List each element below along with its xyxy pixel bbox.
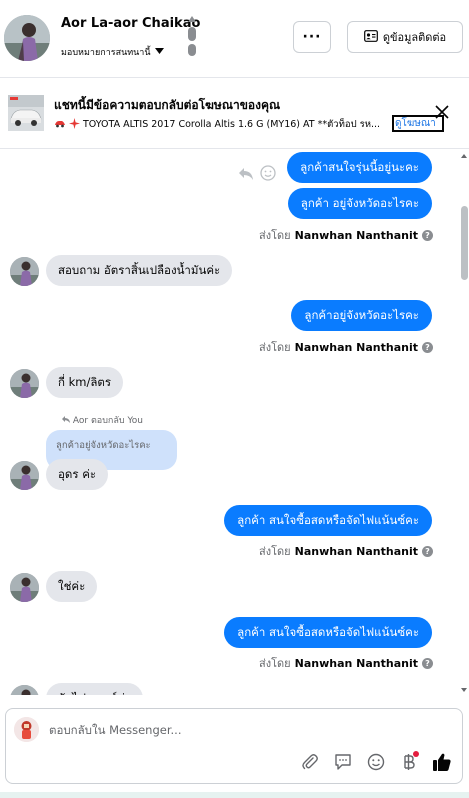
message-actions: [238, 165, 276, 185]
sender-name: Nanwhan Nanthanit: [294, 228, 418, 242]
contact-avatar-small[interactable]: [10, 573, 39, 602]
sent-by-line: ส่งโดย Nanwhan Nanthanit ?: [259, 226, 433, 244]
ad-banner-title: แชทนี้มีข้อความตอบกลับต่อโฆษณาของคุณ: [54, 98, 281, 112]
ad-reply-banner: แชทนี้มีข้อความตอบกลับต่อโฆษณาของคุณ TOY…: [0, 79, 469, 149]
bottom-strip: [0, 792, 469, 798]
like-thumbs-up-icon[interactable]: [431, 751, 453, 773]
sent-by-line: ส่งโดย Nanwhan Nanthanit ?: [259, 338, 433, 356]
scroll-down-arrow-icon[interactable]: [461, 688, 467, 692]
notification-dot: [413, 751, 419, 757]
assign-label: มอบหมายการสนทนานี้: [61, 48, 151, 58]
sent-by-label: ส่งโดย: [259, 657, 291, 670]
reply-icon[interactable]: [238, 166, 254, 185]
reply-context-label: Aor ตอบกลับ You: [62, 413, 143, 427]
more-options-button[interactable]: ···: [293, 21, 331, 53]
sent-by-label: ส่งโดย: [259, 545, 291, 558]
emoji-icon[interactable]: [365, 751, 387, 773]
close-banner-icon[interactable]: [434, 104, 450, 120]
thread-scrollbar[interactable]: [460, 150, 469, 695]
reply-small-icon: [62, 416, 73, 426]
contact-avatar-small[interactable]: [10, 369, 39, 398]
reply-label-text: Aor ตอบกลับ You: [72, 416, 143, 426]
outgoing-message[interactable]: ลูกค้าอยู่จังหวัดอะไรคะ: [291, 300, 432, 331]
ad-text: TOYOTA ALTIS 2017 Corolla Altis 1.6 G (M…: [83, 119, 381, 130]
sender-name: Nanwhan Nanthanit: [294, 544, 418, 558]
sent-by-line: ส่งโดย Nanwhan Nanthanit ?: [259, 542, 433, 560]
sender-name: Nanwhan Nanthanit: [294, 656, 418, 670]
sent-by-label: ส่งโดย: [259, 229, 291, 242]
info-icon[interactable]: ?: [422, 545, 433, 557]
info-icon[interactable]: ?: [422, 229, 433, 241]
contact-avatar-small[interactable]: [10, 685, 39, 695]
outgoing-message[interactable]: ลูกค้าสนใจรุ่นนี้อยู่นะคะ: [287, 152, 432, 183]
header-scroll-indicator[interactable]: [186, 14, 198, 62]
car-emoji-icon: [54, 119, 66, 131]
contact-avatar-small[interactable]: [10, 461, 39, 490]
payment-baht-icon[interactable]: [398, 751, 420, 773]
scroll-up-arrow-icon[interactable]: [461, 154, 467, 158]
outgoing-message[interactable]: ลูกค้า อยู่จังหวัดอะไรคะ: [287, 188, 432, 219]
info-icon[interactable]: ?: [422, 657, 433, 669]
caret-down-icon: [154, 47, 164, 57]
incoming-message[interactable]: สอบถาม อัตราสิ้นเปลืองน้ำมันค่ะ: [46, 255, 233, 286]
ad-description: TOYOTA ALTIS 2017 Corolla Altis 1.6 G (M…: [54, 117, 394, 132]
sent-by-line: ส่งโดย Nanwhan Nanthanit ?: [259, 654, 433, 672]
contact-avatar-small[interactable]: [10, 257, 39, 286]
saved-replies-icon[interactable]: [332, 751, 354, 773]
sender-name: Nanwhan Nanthanit: [294, 340, 418, 354]
incoming-message[interactable]: ใช่ค่ะ: [46, 571, 98, 602]
contact-avatar[interactable]: [4, 15, 50, 61]
outgoing-message[interactable]: ลูกค้า สนใจซื้อสดหรือจัดไฟแน้นซ์คะ: [224, 617, 432, 648]
sent-by-label: ส่งโดย: [259, 341, 291, 354]
assign-conversation-dropdown[interactable]: มอบหมายการสนทนานี้: [61, 45, 164, 59]
sparkle-emoji-icon: [69, 117, 80, 132]
react-emoji-icon[interactable]: [260, 165, 276, 185]
incoming-message[interactable]: อุดร ค่ะ: [46, 459, 109, 490]
outgoing-message[interactable]: ลูกค้า สนใจซื้อสดหรือจัดไฟแน้นซ์คะ: [224, 505, 432, 536]
info-icon[interactable]: ?: [422, 341, 433, 353]
page-avatar: [14, 717, 39, 742]
scrollbar-thumb[interactable]: [461, 206, 468, 280]
car-ad-thumbnail[interactable]: [8, 95, 44, 131]
attachment-icon[interactable]: [299, 751, 321, 773]
composer-toolbar: [299, 751, 453, 773]
message-thread[interactable]: ลูกค้าสนใจรุ่นนี้อยู่นะคะ ลูกค้า อยู่จัง…: [0, 150, 469, 695]
view-contact-info-button[interactable]: ดูข้อมูลติดต่อ: [347, 21, 463, 53]
contact-name[interactable]: Aor La-aor Chaikao: [61, 16, 200, 31]
contact-info-label: ดูข้อมูลติดต่อ: [382, 31, 447, 44]
contact-card-icon: [363, 29, 378, 45]
reply-composer: [5, 708, 463, 784]
incoming-message[interactable]: จัดไฟแนนซ์ค่ะ: [46, 683, 143, 695]
message-input[interactable]: [49, 723, 429, 737]
incoming-message[interactable]: กี่ km/ลิตร: [46, 367, 124, 398]
conversation-header: Aor La-aor Chaikao มอบหมายการสนทนานี้ ··…: [0, 0, 469, 78]
